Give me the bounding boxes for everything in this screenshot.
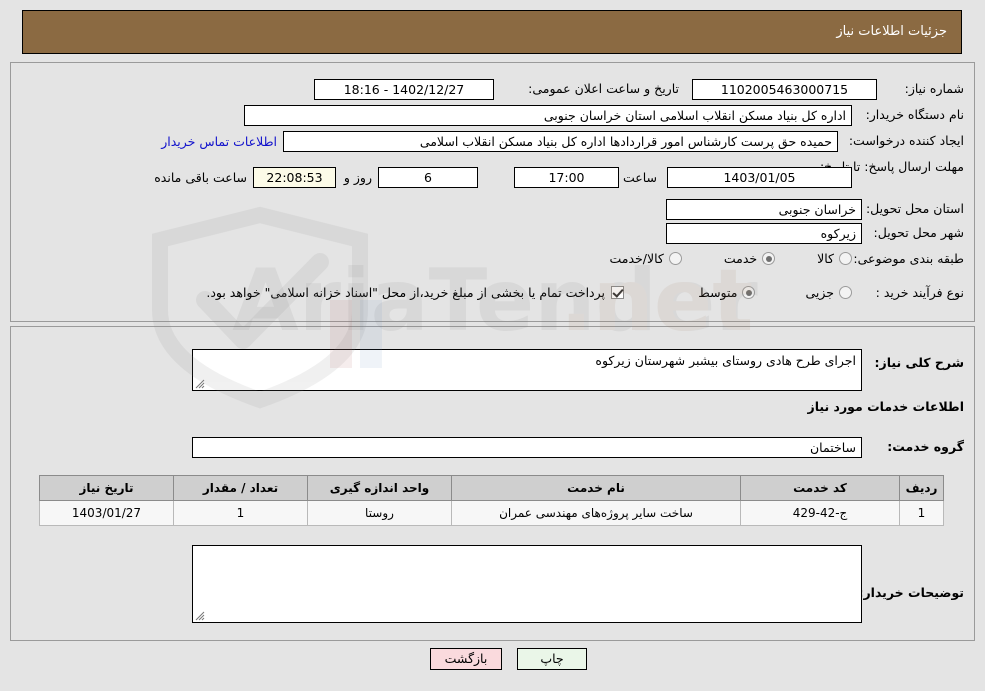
th-unit: واحد اندازه گیری bbox=[307, 475, 452, 501]
need-summary-panel: شماره نیاز: 1102005463000715 تاریخ و ساع… bbox=[10, 62, 975, 322]
table-row[interactable]: 1 ج-42-429 ساخت سایر پروژه‌های مهندسی عم… bbox=[39, 500, 944, 526]
resize-grip-icon[interactable] bbox=[195, 611, 205, 621]
row-announce-datetime: تاریخ و ساعت اعلان عمومی: bbox=[528, 81, 679, 96]
category-option-label: خدمت bbox=[723, 251, 758, 266]
th-date: تاریخ نیاز bbox=[39, 475, 174, 501]
cell-date: 1403/01/27 bbox=[39, 500, 174, 526]
radio-indicator[interactable] bbox=[839, 252, 852, 265]
radio-indicator[interactable] bbox=[762, 252, 776, 265]
announce-datetime-label: تاریخ و ساعت اعلان عمومی: bbox=[528, 81, 679, 96]
province-label: استان محل تحویل: bbox=[865, 201, 964, 216]
page-header-bar: جزئیات اطلاعات نیاز bbox=[22, 10, 962, 54]
buyer-org-label: نام دستگاه خریدار: bbox=[865, 107, 964, 122]
category-option-khedmat[interactable]: خدمت bbox=[723, 251, 776, 266]
process-option-jozii[interactable]: جزیی bbox=[805, 285, 852, 300]
row-category: طبقه بندی موضوعی: bbox=[853, 251, 964, 266]
page-title: جزئیات اطلاعات نیاز bbox=[836, 24, 947, 39]
general-desc-box[interactable]: اجرای طرح هادی روستای بیشبر شهرستان زیرک… bbox=[192, 349, 862, 391]
category-radio-group: کالا خدمت کالا/خدمت bbox=[609, 251, 852, 266]
radio-indicator[interactable] bbox=[668, 252, 682, 265]
general-desc-value: اجرای طرح هادی روستای بیشبر شهرستان زیرک… bbox=[595, 353, 856, 368]
remaining-days-value: 6 bbox=[378, 167, 478, 188]
th-index: ردیف bbox=[899, 475, 944, 501]
th-code: کد خدمت bbox=[740, 475, 900, 501]
deadline-date-value: 1403/01/05 bbox=[667, 167, 852, 188]
deadline-time-label: ساعت bbox=[622, 170, 657, 185]
need-number-value: 1102005463000715 bbox=[692, 79, 877, 100]
table-header-row: ردیف کد خدمت نام خدمت واحد اندازه گیری ت… bbox=[39, 475, 944, 501]
process-option-motavaset[interactable]: متوسط bbox=[698, 285, 756, 300]
row-city: شهر محل تحویل: bbox=[874, 225, 964, 240]
buyer-notes-box[interactable] bbox=[192, 545, 862, 623]
row-deadline: مهلت ارسال پاسخ: تا تاریخ: bbox=[820, 159, 964, 175]
process-option-label: متوسط bbox=[698, 285, 738, 300]
process-label: نوع فرآیند خرید : bbox=[875, 285, 964, 300]
remaining-time-value: 22:08:53 bbox=[253, 167, 336, 188]
remaining-days-label: روز و bbox=[343, 170, 372, 185]
remaining-time-label: ساعت باقی مانده bbox=[154, 170, 247, 185]
th-name: نام خدمت bbox=[451, 475, 741, 501]
radio-indicator[interactable] bbox=[839, 286, 852, 299]
row-process: نوع فرآیند خرید : bbox=[876, 285, 964, 300]
creator-value: حمیده حق پرست کارشناس امور قراردادها ادا… bbox=[283, 131, 838, 152]
checkbox-indicator[interactable] bbox=[611, 286, 624, 299]
process-radio-group: جزیی متوسط bbox=[698, 285, 852, 300]
services-table: ردیف کد خدمت نام خدمت واحد اندازه گیری ت… bbox=[39, 475, 944, 526]
service-group-label: گروه خدمت: bbox=[887, 439, 964, 454]
th-quantity: تعداد / مقدار bbox=[173, 475, 308, 501]
row-buyer-org: نام دستگاه خریدار: bbox=[866, 107, 964, 122]
resize-grip-icon[interactable] bbox=[195, 379, 205, 389]
row-need-number: شماره نیاز: bbox=[905, 81, 964, 96]
province-value: خراسان جنوبی bbox=[666, 199, 862, 220]
service-group-value: ساختمان bbox=[192, 437, 862, 458]
row-province: استان محل تحویل: bbox=[866, 201, 964, 216]
category-option-label: کالا bbox=[817, 251, 834, 266]
category-option-label: کالا/خدمت bbox=[609, 251, 664, 266]
need-details-panel: شرح کلی نیاز: اجرای طرح هادی روستای بیشب… bbox=[10, 326, 975, 641]
print-button[interactable]: چاپ bbox=[517, 648, 587, 670]
cell-index: 1 bbox=[899, 500, 944, 526]
announce-datetime-value: 1402/12/27 - 18:16 bbox=[314, 79, 494, 100]
buyer-notes-label: توضیحات خریدار: bbox=[858, 585, 964, 600]
row-creator: ایجاد کننده درخواست: bbox=[849, 133, 964, 148]
treasury-bond-label: پرداخت تمام یا بخشی از مبلغ خرید،از محل … bbox=[206, 285, 605, 300]
radio-indicator[interactable] bbox=[742, 286, 756, 299]
services-section-title: اطلاعات خدمات مورد نیاز bbox=[807, 399, 965, 414]
buyer-notes-value bbox=[193, 546, 861, 552]
category-option-kala[interactable]: کالا bbox=[817, 251, 852, 266]
back-button[interactable]: بازگشت bbox=[430, 648, 502, 670]
treasury-bond-checkbox[interactable]: پرداخت تمام یا بخشی از مبلغ خرید،از محل … bbox=[206, 285, 624, 300]
cell-unit: روستا bbox=[307, 500, 452, 526]
need-number-label: شماره نیاز: bbox=[904, 81, 964, 96]
buyer-org-value: اداره کل بنیاد مسکن انقلاب اسلامی استان … bbox=[244, 105, 852, 126]
category-label: طبقه بندی موضوعی: bbox=[853, 251, 964, 266]
buyer-contact-link[interactable]: اطلاعات تماس خریدار bbox=[161, 134, 277, 149]
cell-name: ساخت سایر پروژه‌های مهندسی عمران bbox=[451, 500, 741, 526]
cell-quantity: 1 bbox=[173, 500, 308, 526]
deadline-time-value: 17:00 bbox=[514, 167, 619, 188]
process-option-label: جزیی bbox=[805, 285, 834, 300]
cell-code: ج-42-429 bbox=[740, 500, 900, 526]
creator-label: ایجاد کننده درخواست: bbox=[848, 133, 964, 148]
city-label: شهر محل تحویل: bbox=[873, 225, 964, 240]
city-value: زیرکوه bbox=[666, 223, 862, 244]
general-desc-label: شرح کلی نیاز: bbox=[874, 355, 964, 370]
category-option-kala-khedmat[interactable]: کالا/خدمت bbox=[609, 251, 682, 266]
